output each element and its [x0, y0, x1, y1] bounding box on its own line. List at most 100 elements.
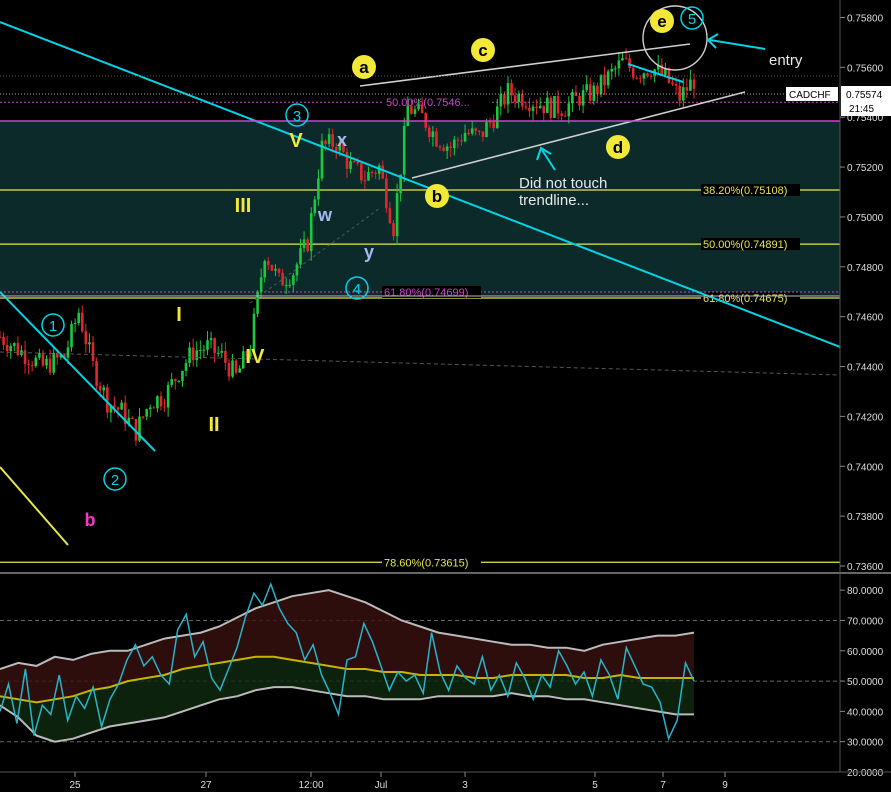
candle-body [360, 163, 363, 181]
candle-body [263, 261, 267, 278]
candle-body [38, 353, 41, 358]
wave-label[interactable]: c [471, 38, 495, 62]
wave-label[interactable]: b [425, 184, 449, 208]
wave-label[interactable]: e [650, 9, 674, 33]
candle-body [41, 353, 45, 366]
candle-body [610, 68, 614, 72]
price-axis[interactable]: 0.758000.756000.754000.752000.750000.748… [786, 0, 891, 779]
candle-body [173, 379, 177, 381]
candle-body [48, 358, 52, 373]
candle-body [435, 131, 438, 147]
candle-body [470, 128, 474, 134]
candle-body [395, 193, 399, 237]
wave-label-text: x [337, 130, 347, 150]
candle-body [363, 180, 367, 182]
price-tick-label: 0.74600 [847, 313, 884, 324]
time-tick-label: 7 [660, 780, 666, 791]
wave-e-trendline[interactable] [627, 63, 684, 83]
candle-body [102, 387, 106, 391]
oscillator-tick-label: 70.0000 [847, 616, 884, 627]
candle-body [324, 140, 327, 144]
wave-label[interactable]: 3 [285, 103, 309, 127]
wave-label[interactable]: x [337, 130, 347, 150]
fib-level-label: 50.00%(0.74891) [703, 239, 787, 251]
candle-body [199, 350, 202, 352]
candle-body [370, 171, 374, 173]
candle-body [381, 165, 385, 179]
candle-body [392, 223, 395, 237]
candle-body [234, 360, 238, 373]
wave-label[interactable]: 1 [41, 313, 65, 337]
countdown: 21:45 [849, 104, 874, 115]
candle-body [30, 365, 34, 367]
price-tick-label: 0.74400 [847, 363, 884, 374]
wave-label[interactable]: a [352, 55, 376, 79]
wave-label-text: V [289, 130, 303, 152]
candle-body [284, 285, 288, 287]
candle-body [427, 127, 431, 138]
wave-label-text: III [235, 195, 252, 217]
wave-label[interactable]: IV [246, 346, 266, 368]
wave-label-text: y [364, 242, 374, 262]
candle-body [116, 407, 120, 410]
oscillator-tick-label: 80.0000 [847, 586, 884, 597]
candle-body [9, 346, 13, 352]
wave-label-text: w [317, 205, 333, 225]
candle-body [152, 407, 156, 409]
last-price-value: 0.75574 [846, 90, 883, 101]
wave-label-text: 3 [293, 108, 301, 125]
candle-body [402, 126, 406, 175]
candle-body [467, 133, 470, 135]
candle-body [503, 94, 506, 105]
candle-body [231, 360, 234, 377]
candle-body [216, 352, 220, 354]
candle-body [563, 115, 567, 117]
candle-body [635, 77, 639, 79]
candle-body [241, 351, 245, 369]
main-price-pane[interactable]: 38.20%(0.75108) 50.00%(0.74891) 61.80%(0.7… [0, 5, 840, 569]
candle-body [309, 213, 313, 252]
candle-body [191, 347, 195, 361]
price-chart[interactable]: 38.20%(0.75108) 50.00%(0.74891) 61.80%(0.7… [0, 0, 891, 792]
fib-zone-shading [0, 121, 840, 296]
candle-body [420, 104, 424, 114]
candle-body [513, 95, 517, 103]
candle-body [542, 105, 546, 113]
oscillator-pane[interactable] [0, 581, 840, 743]
wave-label[interactable]: 2 [103, 467, 127, 491]
candle-body [556, 96, 560, 114]
candle-body [417, 104, 420, 110]
entry-arrow [709, 39, 766, 50]
fib-level-label: 38.20%(0.75108) [703, 185, 787, 197]
wave-label[interactable]: y [364, 242, 374, 262]
candle-body [277, 268, 281, 273]
candle-body [66, 347, 70, 358]
candle-body [456, 139, 460, 141]
candle-body [227, 362, 231, 377]
time-axis[interactable]: 25 27 12:00 Jul 3 5 7 9 [0, 771, 891, 791]
candle-body [553, 96, 556, 119]
candle-body [549, 97, 553, 119]
candle-body [499, 94, 503, 107]
candle-body [13, 343, 16, 347]
candle-body [535, 106, 538, 109]
candle-body [34, 357, 38, 367]
wave-label[interactable]: III [235, 195, 252, 217]
wave-label[interactable]: II [208, 414, 219, 436]
oscillator-series [0, 581, 695, 743]
yellow-wave-b-line [0, 466, 69, 546]
candle-body [431, 131, 435, 138]
wave-label[interactable]: w [317, 205, 333, 225]
oscillator-tick-label: 30.0000 [847, 738, 884, 749]
fib-level-label: 78.60%(0.73615) [384, 557, 468, 569]
time-tick-label: 25 [69, 780, 81, 791]
candle-body [170, 379, 174, 385]
wave-label[interactable]: d [606, 135, 630, 159]
candle-body [488, 122, 492, 124]
candle-body [606, 71, 610, 86]
wave-label[interactable]: b [85, 510, 96, 530]
candle-body [560, 113, 563, 116]
wave-label[interactable]: V [289, 130, 303, 152]
wave-label[interactable]: I [176, 304, 182, 326]
candle-body [331, 134, 334, 148]
